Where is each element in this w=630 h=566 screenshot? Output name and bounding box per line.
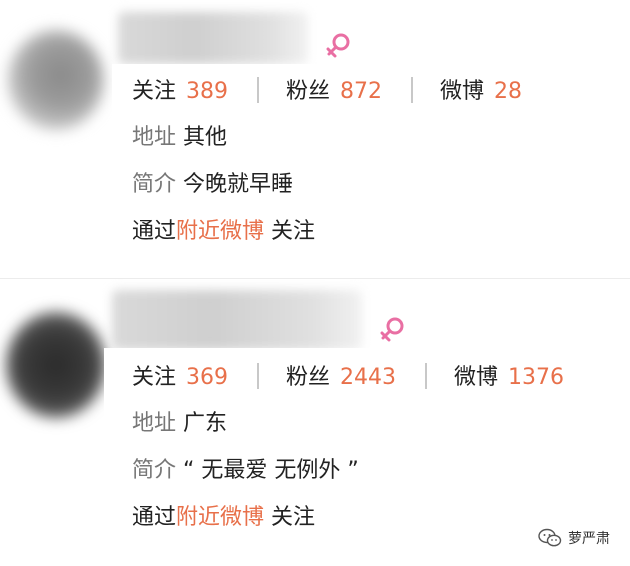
female-icon: [380, 317, 404, 342]
stat-label: 微博: [454, 365, 499, 390]
bio-value: “ 无最爱 无例外 ”: [183, 458, 359, 483]
stat-value: 389: [186, 79, 229, 104]
address-row: 地址 其他: [132, 122, 227, 154]
stat-value: 872: [340, 79, 383, 104]
via-row: 通过附近微博 关注: [132, 216, 315, 248]
via-prefix: 通过: [132, 505, 177, 530]
divider: [425, 363, 428, 389]
stat-value: 2443: [340, 365, 397, 390]
stat-label: 粉丝: [286, 365, 331, 390]
avatar[interactable]: [8, 30, 104, 130]
address-value: 广东: [183, 411, 228, 436]
username-blurred[interactable]: [118, 12, 308, 64]
stat-value: 28: [494, 79, 523, 104]
divider: [257, 363, 260, 389]
stat-value: 369: [186, 365, 229, 390]
via-suffix: 关注: [271, 219, 316, 244]
bio-value: 今晚就早睡: [183, 172, 294, 197]
stat-following[interactable]: 关注 369: [132, 362, 228, 394]
stat-label: 粉丝: [286, 79, 331, 104]
stat-followers[interactable]: 粉丝 2443: [286, 362, 396, 394]
username-blurred[interactable]: [112, 290, 362, 350]
stat-posts[interactable]: 微博 28: [440, 76, 522, 108]
via-suffix: 关注: [271, 505, 316, 530]
stat-posts[interactable]: 微博 1376: [454, 362, 564, 394]
stat-label: 微博: [440, 79, 485, 104]
via-link[interactable]: 附近微博: [176, 505, 264, 530]
watermark: 萝严肃: [538, 528, 610, 548]
divider: [257, 77, 260, 103]
wechat-logo-icon: [538, 528, 562, 547]
address-label: 地址: [132, 125, 177, 150]
address-row: 地址 广东: [132, 408, 227, 440]
stat-value: 1376: [508, 365, 565, 390]
divider: [411, 77, 414, 103]
address-label: 地址: [132, 411, 177, 436]
female-icon: [326, 33, 350, 58]
stat-label: 关注: [132, 365, 177, 390]
bio-row: 简介 “ 无最爱 无例外 ”: [132, 455, 359, 487]
via-row: 通过附近微博 关注: [132, 502, 315, 534]
user-card[interactable]: 关注 389 粉丝 872 微博 28 地址 其他 简介 今晚就早睡 通过附近微博 关…: [0, 0, 630, 278]
bio-row: 简介 今晚就早睡: [132, 169, 293, 201]
user-info: 关注 389 粉丝 872 微博 28 地址 其他 简介 今晚就早睡 通过附近微博 关…: [112, 64, 630, 274]
stat-following[interactable]: 关注 389: [132, 76, 228, 108]
stat-label: 关注: [132, 79, 177, 104]
avatar[interactable]: [6, 312, 106, 418]
via-prefix: 通过: [132, 219, 177, 244]
stats-row: 关注 389 粉丝 872 微博 28: [132, 76, 522, 108]
stat-followers[interactable]: 粉丝 872: [286, 76, 382, 108]
bio-label: 简介: [132, 172, 177, 197]
watermark-text: 萝严肃: [568, 531, 610, 547]
stats-row: 关注 369 粉丝 2443 微博 1376: [132, 362, 564, 394]
bio-label: 简介: [132, 458, 177, 483]
via-link[interactable]: 附近微博: [176, 219, 264, 244]
address-value: 其他: [183, 125, 228, 150]
